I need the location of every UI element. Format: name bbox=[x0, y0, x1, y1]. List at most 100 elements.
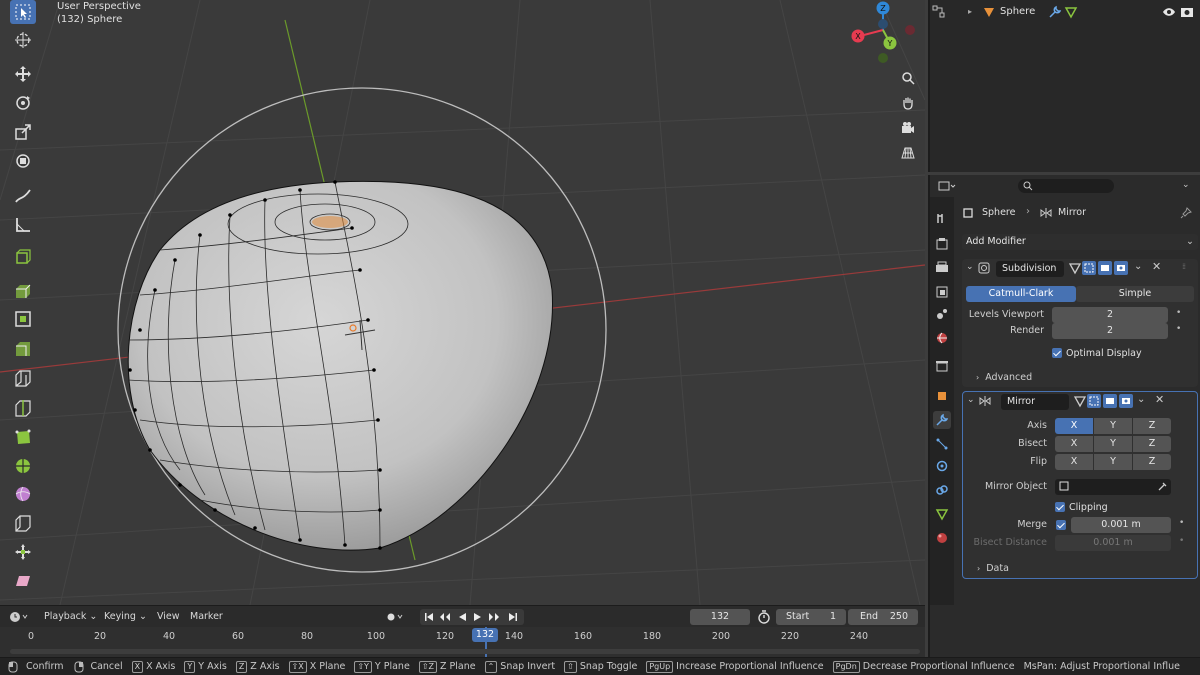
render-camera-icon[interactable] bbox=[1180, 5, 1194, 22]
merge-distance-field[interactable]: 0.001 m bbox=[1071, 517, 1171, 533]
eyedropper-icon[interactable] bbox=[1157, 481, 1167, 497]
scale-tool-icon[interactable] bbox=[10, 120, 36, 144]
editor-type-icon[interactable] bbox=[938, 180, 956, 195]
drag-handle-icon[interactable]: ⁞⁞ bbox=[1182, 262, 1186, 271]
playback-menu[interactable]: Playback ⌄ bbox=[44, 611, 97, 622]
material-tab-icon[interactable] bbox=[933, 529, 951, 547]
view-layer-tab-icon[interactable] bbox=[933, 283, 951, 301]
select-tool-icon[interactable] bbox=[10, 0, 36, 24]
render-tab-icon[interactable] bbox=[933, 235, 951, 253]
play-icon[interactable] bbox=[473, 612, 483, 625]
spin-tool-icon[interactable] bbox=[10, 454, 36, 478]
bevel-tool-icon[interactable] bbox=[10, 337, 36, 361]
axis-x-toggle[interactable]: X bbox=[1055, 418, 1093, 434]
collection-tab-icon[interactable] bbox=[933, 357, 951, 375]
bisect-distance-field[interactable]: 0.001 m bbox=[1055, 535, 1171, 551]
data-subpanel[interactable]: › Data bbox=[977, 560, 1009, 576]
object-tab-icon[interactable] bbox=[933, 387, 951, 405]
jump-start-icon[interactable] bbox=[424, 612, 434, 625]
pan-hand-icon[interactable] bbox=[897, 92, 919, 114]
viewport-display-toggle-icon[interactable] bbox=[1103, 394, 1117, 408]
record-icon[interactable] bbox=[386, 611, 406, 626]
keying-menu[interactable]: Keying ⌄ bbox=[104, 611, 147, 622]
end-frame-field[interactable]: End 250 bbox=[848, 609, 918, 625]
keyframe-dot-icon[interactable]: • bbox=[1176, 324, 1181, 334]
playhead-frame-indicator[interactable]: 132 bbox=[472, 628, 498, 642]
current-frame-field[interactable]: 132 bbox=[690, 609, 750, 625]
edit-mode-toggle-icon[interactable] bbox=[1068, 261, 1082, 278]
optimal-display-checkbox[interactable]: Optimal Display bbox=[1052, 345, 1142, 361]
flip-x-toggle[interactable]: X bbox=[1055, 454, 1093, 470]
mirror-object-field[interactable] bbox=[1055, 479, 1171, 495]
cursor-tool-icon[interactable] bbox=[10, 28, 36, 52]
viewport-display-toggle-icon[interactable] bbox=[1098, 261, 1112, 275]
play-reverse-icon[interactable] bbox=[457, 612, 467, 625]
physics-tab-icon[interactable] bbox=[933, 457, 951, 475]
subdivision-name-field[interactable]: Subdivision bbox=[996, 261, 1064, 277]
jump-keyframe-back-icon[interactable] bbox=[439, 612, 451, 625]
scene-canvas[interactable]: Z X Y bbox=[0, 0, 925, 605]
constraints-tab-icon[interactable] bbox=[933, 481, 951, 499]
options-dropdown-icon[interactable]: ⌄ bbox=[1137, 394, 1145, 405]
3d-viewport[interactable]: Z X Y User Perspective (132) Sphere bbox=[0, 0, 925, 605]
render-toggle-icon[interactable] bbox=[1114, 261, 1128, 275]
zoom-icon[interactable] bbox=[897, 67, 919, 89]
camera-icon[interactable] bbox=[897, 117, 919, 139]
clipping-checkbox[interactable]: Clipping bbox=[1055, 499, 1108, 515]
outliner-item-sphere[interactable]: ▸ Sphere bbox=[930, 2, 1200, 22]
data-tab-icon[interactable] bbox=[933, 505, 951, 523]
flip-y-toggle[interactable]: Y bbox=[1094, 454, 1132, 470]
levels-viewport-field[interactable]: 2 bbox=[1052, 307, 1168, 323]
keyframe-dot-icon[interactable]: • bbox=[1179, 536, 1184, 546]
close-icon[interactable]: ✕ bbox=[1152, 260, 1161, 273]
flip-z-toggle[interactable]: Z bbox=[1133, 454, 1171, 470]
move-tool-icon[interactable] bbox=[10, 62, 36, 86]
extrude-tool-icon[interactable] bbox=[10, 278, 36, 302]
bisect-y-toggle[interactable]: Y bbox=[1094, 436, 1132, 452]
simple-button[interactable]: Simple bbox=[1076, 286, 1194, 302]
add-cube-tool-icon[interactable] bbox=[10, 245, 36, 269]
mirror-name-field[interactable]: Mirror bbox=[1001, 394, 1069, 410]
keyframe-dot-icon[interactable]: • bbox=[1176, 308, 1181, 318]
selected-vertices[interactable] bbox=[312, 216, 348, 228]
catmull-clark-button[interactable]: Catmull-Clark bbox=[966, 286, 1076, 302]
scene-tab-icon[interactable] bbox=[933, 305, 951, 323]
pin-icon[interactable] bbox=[1180, 207, 1192, 222]
poly-build-tool-icon[interactable] bbox=[10, 425, 36, 449]
stopwatch-icon[interactable] bbox=[757, 610, 771, 627]
orientation-gizmo[interactable]: Z X Y bbox=[851, 1, 916, 64]
advanced-subpanel[interactable]: › Advanced bbox=[976, 369, 1032, 385]
render-toggle-icon[interactable] bbox=[1119, 394, 1133, 408]
output-tab-icon[interactable] bbox=[933, 259, 951, 277]
knife-tool-icon[interactable] bbox=[10, 396, 36, 420]
on-cage-toggle-icon[interactable] bbox=[1087, 394, 1101, 408]
marker-menu[interactable]: Marker bbox=[190, 611, 223, 622]
editor-type-clock-icon[interactable] bbox=[8, 610, 30, 627]
merge-checkbox-icon[interactable] bbox=[1056, 520, 1066, 530]
world-tab-icon[interactable] bbox=[933, 329, 951, 347]
measure-tool-icon[interactable] bbox=[10, 213, 36, 237]
shear-tool-icon[interactable] bbox=[10, 569, 36, 593]
edit-mode-toggle-icon[interactable] bbox=[1073, 394, 1087, 411]
axis-y-toggle[interactable]: Y bbox=[1094, 418, 1132, 434]
close-icon[interactable]: ✕ bbox=[1155, 393, 1164, 406]
collapse-arrow-icon[interactable]: ⌄ bbox=[966, 262, 974, 272]
timeline-scrollbar[interactable] bbox=[10, 649, 920, 654]
jump-keyframe-forward-icon[interactable] bbox=[488, 612, 500, 625]
axis-z-toggle[interactable]: Z bbox=[1133, 418, 1171, 434]
jump-end-icon[interactable] bbox=[508, 612, 518, 625]
modifier-tab-icon[interactable] bbox=[933, 411, 951, 429]
outliner-filter-icon[interactable] bbox=[932, 5, 946, 19]
start-frame-field[interactable]: Start 1 bbox=[776, 609, 846, 625]
particles-tab-icon[interactable] bbox=[933, 435, 951, 453]
bisect-z-toggle[interactable]: Z bbox=[1133, 436, 1171, 452]
collapse-arrow-icon[interactable]: ⌄ bbox=[967, 395, 975, 405]
shrink-fatten-tool-icon[interactable] bbox=[10, 540, 36, 564]
timeline-ruler[interactable]: 0 20 40 60 80 100 120 140 160 180 200 220 240 132 bbox=[0, 627, 925, 657]
rotate-tool-icon[interactable] bbox=[10, 91, 36, 115]
inset-tool-icon[interactable] bbox=[10, 307, 36, 331]
on-cage-toggle-icon[interactable] bbox=[1082, 261, 1096, 275]
visibility-eye-icon[interactable] bbox=[1162, 5, 1176, 22]
expand-arrow-icon[interactable]: ▸ bbox=[968, 7, 972, 16]
options-dropdown-icon[interactable]: ⌄ bbox=[1134, 261, 1142, 272]
